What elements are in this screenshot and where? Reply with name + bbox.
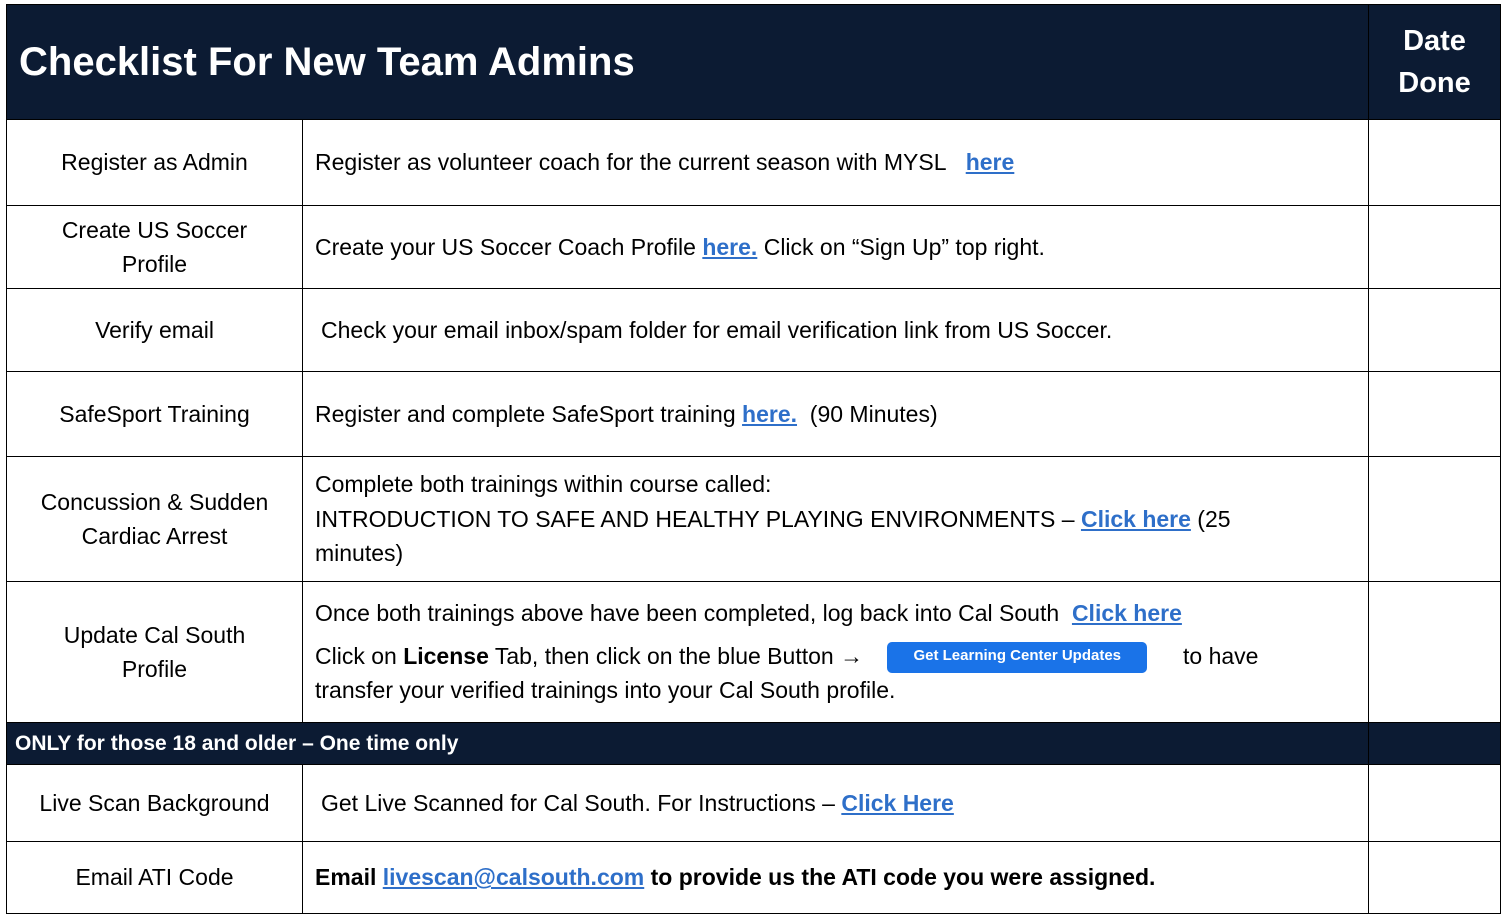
row-label: Register as Admin [6, 119, 303, 206]
row-description: Get Live Scanned for Cal South. For Inst… [301, 764, 1370, 842]
row-description: Complete both trainings within course ca… [301, 456, 1370, 582]
cal-south-click-here-link[interactable]: Click here [1072, 600, 1182, 626]
row-line3: transfer your verified trainings into yo… [315, 677, 896, 704]
date-done-cell[interactable] [1368, 841, 1502, 914]
date-done-cell[interactable] [1368, 456, 1502, 582]
row-live-scan: Live Scan Background Get Live Scanned fo… [6, 764, 1502, 842]
row-description: Once both trainings above have been comp… [301, 581, 1370, 723]
section-row: ONLY for those 18 and older – One time o… [5, 722, 1502, 765]
row-line3: minutes) [315, 540, 404, 567]
register-here-link[interactable]: here [966, 149, 1015, 175]
date-done-cell[interactable] [1368, 581, 1502, 723]
section-blank-cell [1368, 722, 1502, 765]
row-label: Concussion & Sudden Cardiac Arrest [6, 456, 303, 582]
row-label-line1: Concussion & Sudden [40, 488, 269, 515]
section-label: ONLY for those 18 and older – One time o… [5, 722, 1370, 765]
livescan-email-link[interactable]: livescan@calsouth.com [383, 864, 644, 890]
row-line2-before: Click on [315, 642, 397, 669]
row-description: Email livescan@calsouth.com to provide u… [301, 841, 1370, 914]
row-line2-after: to have [1183, 642, 1259, 669]
row-line1: Complete both trainings within course ca… [315, 471, 772, 498]
row-verify-email: Verify email Check your email inbox/spam… [6, 288, 1502, 372]
row-cal-south-profile: Update Cal South Profile Once both train… [6, 581, 1502, 723]
row-line2: Click on License Tab, then click on the … [315, 639, 1358, 674]
row-label-line2: Cardiac Arrest [81, 523, 228, 549]
row-label: Verify email [6, 288, 303, 372]
date-done-cell[interactable] [1368, 371, 1502, 457]
row-label: Email ATI Code [6, 841, 303, 914]
row-label: Update Cal South Profile [6, 581, 303, 723]
row-text: Register as volunteer coach for the curr… [315, 149, 947, 176]
date-done-line1: Date [1403, 24, 1466, 57]
row-email-ati: Email ATI Code Email livescan@calsouth.c… [6, 841, 1502, 914]
row-description: Register and complete SafeSport training… [301, 371, 1370, 457]
row-text: Get Live Scanned for Cal South. For Inst… [321, 789, 835, 816]
row-text-after: (90 Minutes) [809, 400, 938, 427]
row-label-line1: Create US Soccer [61, 216, 248, 243]
us-soccer-here-link[interactable]: here. [702, 234, 757, 260]
row-description: Register as volunteer coach for the curr… [301, 119, 1370, 206]
row-safesport: SafeSport Training Register and complete… [6, 371, 1502, 457]
safesport-here-link[interactable]: here. [742, 401, 797, 427]
date-done-cell[interactable] [1368, 119, 1502, 206]
header-row: Checklist For New Team Admins Date Done [5, 4, 1502, 120]
live-scan-click-here-link[interactable]: Click Here [841, 790, 954, 816]
row-text-before: Create your US Soccer Coach Profile [315, 233, 696, 260]
date-done-line2: Done [1398, 67, 1471, 99]
row-text-before: Register and complete SafeSport training [315, 400, 736, 427]
row-text-after: Click on “Sign Up” top right. [763, 233, 1045, 260]
date-done-cell[interactable] [1368, 205, 1502, 289]
get-learning-center-updates-button[interactable]: Get Learning Center Updates [887, 641, 1148, 674]
row-label-line2: Profile [121, 656, 188, 682]
row-label: Create US Soccer Profile [6, 205, 303, 289]
row-description: Create your US Soccer Coach Profile here… [301, 205, 1370, 289]
date-done-header: Date Done [1368, 4, 1502, 120]
row-bold-after: to provide us the ATI code you were assi… [650, 864, 1156, 891]
row-line2: INTRODUCTION TO SAFE AND HEALTHY PLAYING… [315, 502, 1358, 537]
checklist-table: Checklist For New Team Admins Date Done … [5, 4, 1502, 914]
row-concussion: Concussion & Sudden Cardiac Arrest Compl… [6, 456, 1502, 582]
row-label: SafeSport Training [6, 371, 303, 457]
page-title: Checklist For New Team Admins [5, 4, 1370, 120]
date-done-cell[interactable] [1368, 288, 1502, 372]
row-bold-before: Email [315, 864, 377, 891]
license-tab-name: License [403, 642, 489, 669]
date-done-cell[interactable] [1368, 764, 1502, 842]
row-line1: Once both trainings above have been comp… [315, 596, 1358, 631]
row-line2-after: (25 [1197, 505, 1231, 532]
row-description: Check your email inbox/spam folder for e… [301, 288, 1370, 372]
row-label: Live Scan Background [6, 764, 303, 842]
row-label-line1: Update Cal South [63, 621, 246, 648]
row-label-line2: Profile [121, 251, 188, 277]
row-line2-before: INTRODUCTION TO SAFE AND HEALTHY PLAYING… [315, 505, 1075, 532]
row-line2-mid: Tab, then click on the blue Button → [494, 642, 864, 669]
row-line1-text: Once both trainings above have been comp… [315, 600, 1060, 627]
row-register-admin: Register as Admin Register as volunteer … [6, 119, 1502, 206]
concussion-click-here-link[interactable]: Click here [1081, 506, 1191, 532]
row-us-soccer-profile: Create US Soccer Profile Create your US … [6, 205, 1502, 289]
